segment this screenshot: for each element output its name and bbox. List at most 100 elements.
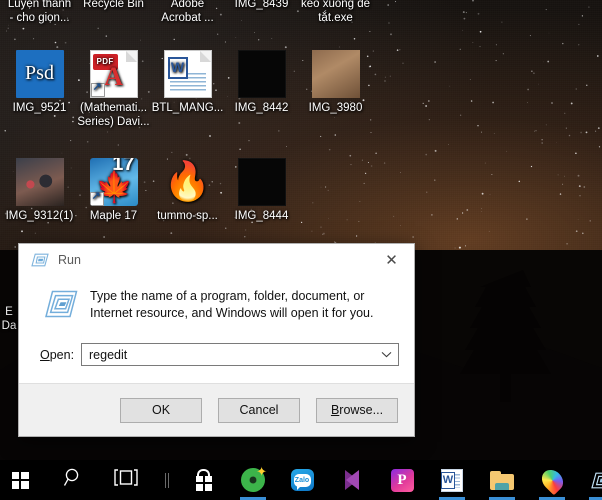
open-field-label: Open: (33, 348, 81, 362)
desktop-icon-label-line2: Da (1, 319, 17, 332)
cancel-button[interactable]: Cancel (218, 397, 300, 423)
image-thumbnail-icon (15, 158, 64, 206)
taskbar-zalo[interactable]: Zalo (282, 460, 322, 500)
run-window-icon (44, 290, 78, 318)
image-thumbnail-icon (237, 50, 286, 98)
taskbar-disc-app[interactable]: ✦ (233, 460, 273, 500)
desktop-icon-label: IMG_9312(1) (5, 210, 74, 222)
visual-studio-icon (341, 469, 364, 492)
desktop-icon-label-line2: Acrobat ... (161, 11, 214, 24)
chevron-down-icon[interactable] (375, 344, 398, 365)
desktop-icon-img-3980[interactable]: IMG_3980 (298, 50, 373, 116)
desktop-icon-tummo[interactable]: 🔥 tummo-sp... (150, 158, 225, 224)
taskbar-rainbow-app[interactable] (532, 460, 572, 500)
taskbar-picsart[interactable]: P (382, 460, 422, 500)
windows-logo-icon (11, 471, 29, 489)
image-thumbnail-icon (311, 50, 360, 98)
psd-icon: Psd (15, 50, 64, 98)
maple-version-glyph: 17 (112, 158, 135, 175)
run-dialog-footer: OK Cancel Browse... (19, 383, 414, 436)
desktop-icon-label-line2: - cho giọn... (9, 11, 70, 24)
task-view-icon (114, 469, 138, 491)
psd-icon-glyph: Psd (25, 62, 54, 85)
zalo-icon: Zalo (290, 469, 314, 491)
desktop-icon-label: Adobe (170, 0, 205, 10)
desktop-icon-label: (Mathemati... (79, 102, 148, 114)
browse-button-label: rowse... (339, 403, 384, 417)
desktop-icon-maple-17[interactable]: 17 🍁 Maple 17 (76, 158, 151, 224)
shortcut-arrow-icon (90, 81, 105, 97)
desktop-icon-label-line2: Series) Davi... (77, 115, 150, 128)
desktop-icon-label: Maple 17 (89, 210, 138, 222)
desktop-icon-recycle-bin[interactable]: Recycle Bin (76, 0, 151, 12)
desktop-icon-adobe-acrobat[interactable]: Adobe Acrobat ... (150, 0, 225, 25)
ok-button[interactable]: OK (120, 397, 202, 423)
cancel-button-label: Cancel (239, 403, 279, 417)
search-button[interactable] (53, 460, 93, 500)
browse-button[interactable]: Browse... (316, 397, 398, 423)
open-input-value[interactable]: regedit (82, 348, 127, 362)
run-window-icon (31, 253, 49, 267)
ok-button-label: OK (151, 403, 171, 417)
shortcut-arrow-icon (89, 190, 104, 206)
desktop-icon-label: IMG_8439 (234, 0, 289, 10)
run-dialog-title: Run (58, 252, 81, 267)
store-icon (193, 468, 215, 492)
search-icon (63, 467, 84, 493)
run-dialog-body: Type the name of a program, folder, docu… (19, 275, 414, 385)
word-document-glyph: W (167, 57, 188, 79)
word-icon: W (441, 468, 463, 492)
folder-icon (490, 470, 514, 490)
desktop-icon-label: Luyện thanh (7, 0, 72, 10)
taskbar-microsoft-store[interactable] (184, 460, 224, 500)
open-label-accel: O (40, 347, 50, 362)
flame-glyph: 🔥 (163, 161, 212, 203)
desktop-icon-label: IMG_3980 (308, 102, 363, 114)
taskbar-word[interactable]: W (432, 460, 472, 500)
desktop-icon-img-8439[interactable]: IMG_8439 (224, 0, 299, 12)
desktop-icon-label: IMG_8444 (234, 210, 289, 222)
open-combobox[interactable]: regedit (81, 343, 399, 366)
taskbar-run-dialog[interactable] (582, 460, 602, 500)
taskbar[interactable]: ✦ Zalo P W (0, 460, 602, 500)
taskbar-visual-studio[interactable] (332, 460, 372, 500)
desktop-icon-label: BTL_MANG... (151, 102, 224, 114)
desktop-icon-label: tummo-sp... (157, 210, 218, 222)
desktop-icon-img-8442[interactable]: IMG_8442 (224, 50, 299, 116)
browse-button-accel: B (330, 403, 340, 417)
picsart-icon: P (390, 468, 414, 492)
desktop-icon-label-line2: tắt.exe (318, 11, 353, 24)
task-view-button[interactable] (106, 460, 146, 500)
open-label-rest: pen: (49, 347, 75, 362)
green-disc-icon: ✦ (241, 465, 267, 492)
desktop-icon-label: IMG_9521 (12, 102, 67, 114)
run-dialog[interactable]: Run ✕ Type the name of a program, folder… (18, 243, 415, 437)
desktop-icon-img-9521[interactable]: Psd IMG_9521 (2, 50, 77, 116)
pdf-icon: PDF A (89, 50, 138, 98)
desktop-icon-partially-hidden[interactable]: E Da (0, 306, 18, 333)
close-icon[interactable]: ✕ (369, 244, 414, 275)
desktop-icon-keo-xuong[interactable]: kéo xuống để tắt.exe (298, 0, 373, 25)
maple-icon: 17 🍁 (89, 158, 138, 206)
rainbow-drop-icon (537, 465, 567, 495)
run-dialog-description: Type the name of a program, folder, docu… (90, 289, 374, 320)
desktop-icon-label: E (5, 306, 13, 318)
desktop-icon-luyen-thanh[interactable]: Luyện thanh - cho giọn... (2, 0, 77, 25)
start-button[interactable] (0, 460, 40, 500)
word-document-icon: W (163, 50, 212, 98)
run-open-row: Open: regedit (33, 343, 400, 366)
desktop-icon-label: kéo xuống để (300, 0, 371, 10)
flame-icon: 🔥 (164, 158, 212, 206)
taskbar-separator (158, 460, 176, 500)
taskbar-file-explorer[interactable] (482, 460, 522, 500)
run-dialog-titlebar[interactable]: Run ✕ (19, 244, 414, 275)
pdf-acrobat-mark: A (104, 62, 123, 92)
desktop-icon-label: IMG_8442 (234, 102, 289, 114)
image-thumbnail-icon (237, 158, 286, 206)
desktop-icon-mathematical-series[interactable]: PDF A (Mathemati... Series) Davi... (76, 50, 151, 129)
desktop-icon-btl-mang[interactable]: W BTL_MANG... (150, 50, 225, 116)
desktop-icon-img-9312[interactable]: IMG_9312(1) (2, 158, 77, 224)
desktop-icon-img-8444[interactable]: IMG_8444 (224, 158, 299, 224)
run-window-icon (591, 472, 602, 489)
desktop-icon-label: Recycle Bin (83, 0, 144, 10)
